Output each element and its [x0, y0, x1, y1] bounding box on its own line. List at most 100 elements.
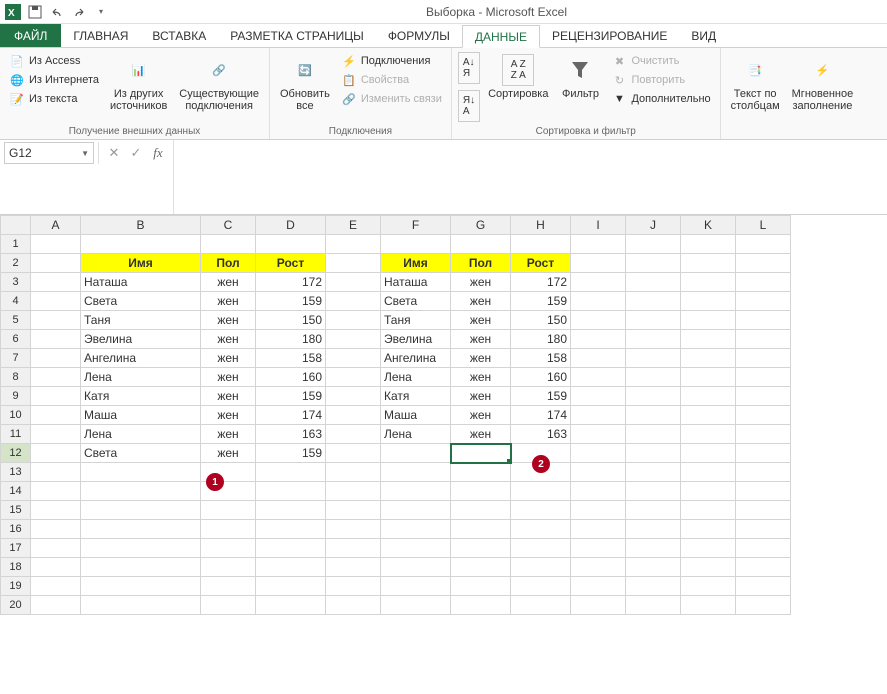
cell-I2[interactable] — [571, 254, 626, 273]
cell-B14[interactable] — [81, 482, 201, 501]
cell-E9[interactable] — [326, 387, 381, 406]
cell-J19[interactable] — [626, 577, 681, 596]
cell-A9[interactable] — [31, 387, 81, 406]
cell-F14[interactable] — [381, 482, 451, 501]
cell-J3[interactable] — [626, 273, 681, 292]
cell-L16[interactable] — [736, 520, 791, 539]
cell-K2[interactable] — [681, 254, 736, 273]
refresh-all-button[interactable]: 🔄Обновить все — [276, 52, 334, 114]
cell-I14[interactable] — [571, 482, 626, 501]
cell-G6[interactable]: жен — [451, 330, 511, 349]
from-text-button[interactable]: 📝Из текста — [6, 90, 102, 108]
existing-conn-button[interactable]: 🔗Существующие подключения — [175, 52, 263, 114]
row-header-17[interactable]: 17 — [1, 539, 31, 558]
row-header-3[interactable]: 3 — [1, 273, 31, 292]
row-header-8[interactable]: 8 — [1, 368, 31, 387]
row-header-9[interactable]: 9 — [1, 387, 31, 406]
row-header-4[interactable]: 4 — [1, 292, 31, 311]
cell-I15[interactable] — [571, 501, 626, 520]
cell-H18[interactable] — [511, 558, 571, 577]
cell-K6[interactable] — [681, 330, 736, 349]
cell-G15[interactable] — [451, 501, 511, 520]
cell-F3[interactable]: Наташа — [381, 273, 451, 292]
cell-D17[interactable] — [256, 539, 326, 558]
row-header-18[interactable]: 18 — [1, 558, 31, 577]
cell-H8[interactable]: 160 — [511, 368, 571, 387]
cell-H3[interactable]: 172 — [511, 273, 571, 292]
cell-E15[interactable] — [326, 501, 381, 520]
cell-F4[interactable]: Света — [381, 292, 451, 311]
cell-J15[interactable] — [626, 501, 681, 520]
cell-D20[interactable] — [256, 596, 326, 615]
cell-L5[interactable] — [736, 311, 791, 330]
cell-B5[interactable]: Таня — [81, 311, 201, 330]
cell-B10[interactable]: Маша — [81, 406, 201, 425]
cell-B16[interactable] — [81, 520, 201, 539]
cell-A15[interactable] — [31, 501, 81, 520]
cell-H11[interactable]: 163 — [511, 425, 571, 444]
cell-D14[interactable] — [256, 482, 326, 501]
cell-L8[interactable] — [736, 368, 791, 387]
cell-G17[interactable] — [451, 539, 511, 558]
cell-C16[interactable] — [201, 520, 256, 539]
cell-K14[interactable] — [681, 482, 736, 501]
row-header-1[interactable]: 1 — [1, 235, 31, 254]
cell-D18[interactable] — [256, 558, 326, 577]
cell-K8[interactable] — [681, 368, 736, 387]
cell-I19[interactable] — [571, 577, 626, 596]
cell-B6[interactable]: Эвелина — [81, 330, 201, 349]
cell-C17[interactable] — [201, 539, 256, 558]
cell-G7[interactable]: жен — [451, 349, 511, 368]
cell-B20[interactable] — [81, 596, 201, 615]
cell-B13[interactable] — [81, 463, 201, 482]
cell-J11[interactable] — [626, 425, 681, 444]
cell-B15[interactable] — [81, 501, 201, 520]
cell-H16[interactable] — [511, 520, 571, 539]
cell-K12[interactable] — [681, 444, 736, 463]
cell-L9[interactable] — [736, 387, 791, 406]
cell-L17[interactable] — [736, 539, 791, 558]
cell-F6[interactable]: Эвелина — [381, 330, 451, 349]
cancel-formula-button[interactable]: ✕ — [103, 142, 125, 164]
row-header-15[interactable]: 15 — [1, 501, 31, 520]
cell-F9[interactable]: Катя — [381, 387, 451, 406]
reapply-button[interactable]: ↻Повторить — [608, 71, 713, 89]
cell-E4[interactable] — [326, 292, 381, 311]
cell-K7[interactable] — [681, 349, 736, 368]
cell-D6[interactable]: 180 — [256, 330, 326, 349]
cell-K10[interactable] — [681, 406, 736, 425]
col-header-C[interactable]: C — [201, 216, 256, 235]
cell-J9[interactable] — [626, 387, 681, 406]
cell-D16[interactable] — [256, 520, 326, 539]
cell-D19[interactable] — [256, 577, 326, 596]
cell-H6[interactable]: 180 — [511, 330, 571, 349]
from-web-button[interactable]: 🌐Из Интернета — [6, 71, 102, 89]
cell-J14[interactable] — [626, 482, 681, 501]
cell-J18[interactable] — [626, 558, 681, 577]
cell-D8[interactable]: 160 — [256, 368, 326, 387]
cell-C2[interactable]: Пол — [201, 254, 256, 273]
cell-H17[interactable] — [511, 539, 571, 558]
cell-L15[interactable] — [736, 501, 791, 520]
cell-E18[interactable] — [326, 558, 381, 577]
cell-B17[interactable] — [81, 539, 201, 558]
qat-dropdown-icon[interactable]: ▾ — [92, 3, 110, 21]
tab-view[interactable]: ВИД — [679, 24, 728, 47]
cell-C11[interactable]: жен — [201, 425, 256, 444]
cell-B18[interactable] — [81, 558, 201, 577]
cell-L12[interactable] — [736, 444, 791, 463]
tab-home[interactable]: ГЛАВНАЯ — [61, 24, 140, 47]
cell-A4[interactable] — [31, 292, 81, 311]
cell-F8[interactable]: Лена — [381, 368, 451, 387]
cell-J8[interactable] — [626, 368, 681, 387]
cell-L11[interactable] — [736, 425, 791, 444]
cell-G18[interactable] — [451, 558, 511, 577]
cell-H14[interactable] — [511, 482, 571, 501]
cell-F2[interactable]: Имя — [381, 254, 451, 273]
save-icon[interactable] — [26, 3, 44, 21]
cell-I13[interactable] — [571, 463, 626, 482]
edit-links-button[interactable]: 🔗Изменить связи — [338, 90, 445, 108]
cell-C8[interactable]: жен — [201, 368, 256, 387]
cell-G5[interactable]: жен — [451, 311, 511, 330]
cell-A16[interactable] — [31, 520, 81, 539]
